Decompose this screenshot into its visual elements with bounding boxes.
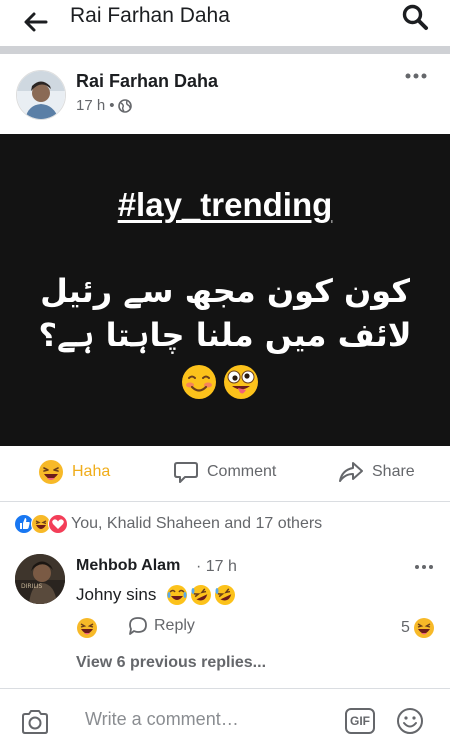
- page-title: Rai Farhan Daha: [70, 4, 230, 27]
- comment-text: Johny sins: [76, 584, 236, 606]
- comment-button[interactable]: Comment: [173, 459, 276, 485]
- emoji-picker-icon[interactable]: [396, 707, 424, 735]
- love-reaction-icon: [48, 514, 68, 534]
- post-header: Rai Farhan Daha 17 h •: [0, 54, 450, 134]
- reply-button[interactable]: Reply: [128, 616, 195, 636]
- reactions-summary[interactable]: You, Khalid Shaheen and 17 others: [14, 514, 322, 534]
- comment-item: DIRILIS Mehbob Alam · 17 h Johny sins Re…: [0, 546, 450, 686]
- haha-emoji-icon: [39, 460, 63, 484]
- post-author-name[interactable]: Rai Farhan Daha: [76, 71, 218, 92]
- camera-icon[interactable]: [20, 708, 50, 736]
- commenter-avatar[interactable]: DIRILIS: [15, 554, 65, 604]
- post-urdu-text: کون کون مجھ سے رئیل لائف میں ملنا چاہتا …: [0, 269, 450, 357]
- meta-separator: •: [109, 97, 115, 114]
- haha-emoji-icon: [413, 618, 434, 638]
- svg-text:DIRILIS: DIRILIS: [21, 583, 42, 590]
- haha-reaction-button[interactable]: Haha: [38, 459, 110, 485]
- comment-react-button[interactable]: [76, 617, 98, 639]
- post-image[interactable]: #lay_trending کون کون مجھ سے رئیل لائف م…: [0, 134, 450, 446]
- comment-composer: Write a comment… GIF: [0, 688, 450, 752]
- post-hashtag: #lay_trending: [117, 186, 333, 223]
- rolling-laughing-emoji-icon: [215, 585, 236, 605]
- rolling-laughing-emoji-icon: [191, 585, 212, 605]
- back-arrow-icon[interactable]: [22, 9, 48, 35]
- comment-time: · 17 h: [196, 558, 237, 575]
- author-avatar[interactable]: [16, 70, 66, 120]
- zany-face-emoji-icon: [224, 365, 258, 399]
- laughing-emoji-icon: [167, 585, 188, 605]
- share-icon: [339, 462, 363, 482]
- reaction-icons: [14, 514, 68, 534]
- reactions-text: You, Khalid Shaheen and 17 others: [71, 515, 323, 532]
- post-meta: 17 h •: [76, 97, 133, 114]
- comment-more-icon[interactable]: [414, 563, 434, 571]
- globe-icon: [118, 98, 133, 113]
- more-options-icon[interactable]: [404, 71, 428, 81]
- comment-icon: [174, 462, 198, 483]
- share-label: Share: [372, 463, 415, 480]
- post-emojis: [180, 363, 260, 401]
- comment-reaction-number: 5: [401, 619, 410, 636]
- section-divider: [0, 46, 450, 54]
- blush-smile-emoji-icon: [182, 365, 216, 399]
- reply-label: Reply: [154, 617, 195, 634]
- haha-label: Haha: [72, 463, 111, 480]
- view-previous-replies-link[interactable]: View 6 previous replies...: [76, 654, 266, 672]
- urdu-line-1: کون کون مجھ سے رئیل: [40, 272, 410, 310]
- share-button[interactable]: Share: [338, 459, 415, 485]
- top-bar: Rai Farhan Daha: [0, 0, 450, 46]
- commenter-name[interactable]: Mehbob Alam: [76, 557, 180, 575]
- urdu-line-2: لائف میں ملنا چاہتا ہے؟: [38, 316, 412, 354]
- search-icon[interactable]: [401, 3, 429, 31]
- comment-body: Johny sins: [76, 585, 157, 604]
- post-action-bar: Haha Comment Share: [0, 446, 450, 502]
- post-time[interactable]: 17 h: [76, 97, 105, 114]
- comment-label: Comment: [207, 463, 277, 480]
- gif-button[interactable]: GIF: [345, 708, 375, 734]
- haha-emoji-icon: [77, 618, 97, 638]
- reply-icon: [129, 617, 147, 635]
- comment-reaction-count[interactable]: 5: [401, 617, 435, 639]
- comment-input[interactable]: Write a comment…: [85, 709, 239, 730]
